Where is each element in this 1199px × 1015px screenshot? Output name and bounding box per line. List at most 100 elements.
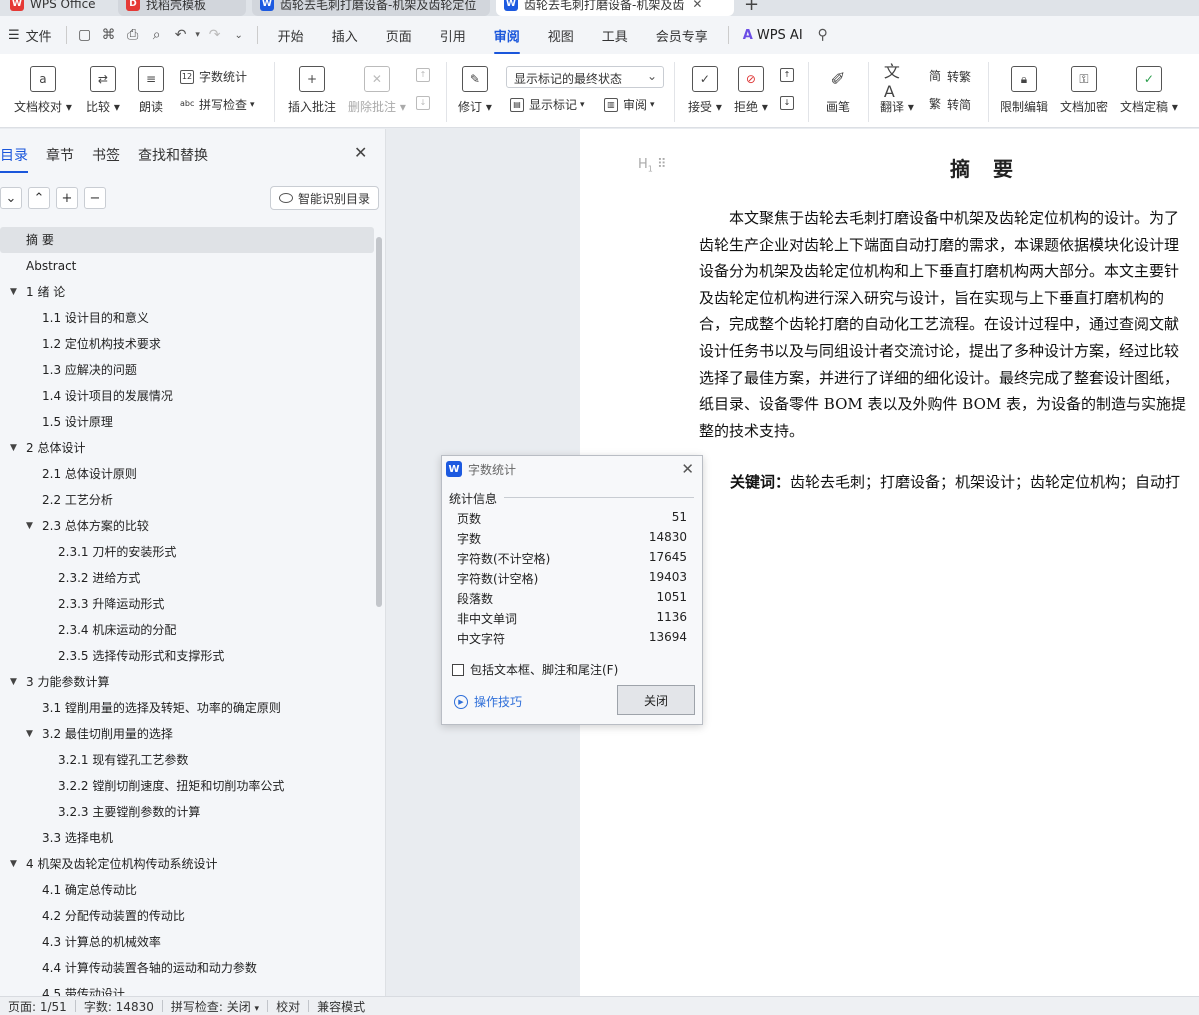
- scrollbar[interactable]: [376, 237, 382, 607]
- toc-item[interactable]: 3.2.3 主要镗削参数的计算: [0, 799, 374, 825]
- toc-item[interactable]: 4.4 计算传动装置各轴的运动和动力参数: [0, 955, 374, 981]
- proof-indicator[interactable]: 校对: [268, 998, 308, 1015]
- collapse-icon[interactable]: ⌄: [0, 187, 22, 209]
- toc-item[interactable]: 2.3.3 升降运动形式: [0, 591, 374, 617]
- tab-find-replace[interactable]: 查找和替换: [138, 145, 208, 165]
- toc-item[interactable]: ▼ 3.2 最佳切削用量的选择: [0, 721, 374, 747]
- chevron-up-icon[interactable]: ⌃: [28, 187, 50, 209]
- more-icon[interactable]: ⌄: [227, 30, 251, 41]
- to-simplified-button[interactable]: 繁 转简: [928, 96, 971, 113]
- word-count-indicator[interactable]: 字数: 14830: [76, 998, 162, 1015]
- tab-bookmarks[interactable]: 书签: [92, 145, 120, 165]
- read-aloud-button[interactable]: ≡ 朗读: [138, 54, 164, 115]
- to-traditional-button[interactable]: 简 转繁: [928, 68, 971, 85]
- toc-item[interactable]: 1.4 设计项目的发展情况: [0, 383, 374, 409]
- toc-item[interactable]: 摘 要: [0, 227, 374, 253]
- remove-icon[interactable]: −: [84, 187, 106, 209]
- expand-arrow-icon[interactable]: ▼: [26, 513, 33, 539]
- menu-member[interactable]: 会员专享: [642, 26, 722, 45]
- finalize-button[interactable]: ✓ 文档定稿 ▾: [1120, 54, 1178, 115]
- close-icon[interactable]: ✕: [681, 460, 694, 478]
- next-comment-button[interactable]: ↓: [416, 96, 435, 110]
- menu-review[interactable]: 审阅: [480, 26, 534, 54]
- tab-toc[interactable]: 目录: [0, 145, 28, 173]
- tab-document-2[interactable]: W 齿轮去毛刺打磨设备-机架及齿 ✕: [496, 0, 734, 16]
- toc-item[interactable]: 3.2.2 镗削切削速度、扭矩和切削功率公式: [0, 773, 374, 799]
- tab-wps-office[interactable]: W WPS Office: [2, 0, 114, 16]
- next-change-button[interactable]: ↓: [780, 96, 799, 110]
- toc-item[interactable]: 2.3.4 机床运动的分配: [0, 617, 374, 643]
- toc-item[interactable]: ▼ 2.3 总体方案的比较: [0, 513, 374, 539]
- toc-item[interactable]: 1.3 应解决的问题: [0, 357, 374, 383]
- toc-item[interactable]: 1.1 设计目的和意义: [0, 305, 374, 331]
- toc-item[interactable]: 3.2.1 现有镗孔工艺参数: [0, 747, 374, 773]
- tips-link[interactable]: ▶ 操作技巧: [454, 693, 522, 710]
- pen-button[interactable]: ✐ 画笔: [825, 54, 851, 115]
- menu-references[interactable]: 引用: [426, 26, 480, 45]
- accept-button[interactable]: ✓ 接受 ▾: [688, 54, 722, 115]
- toc-item[interactable]: 4.5 带传动设计: [0, 981, 374, 996]
- toc-item[interactable]: ▼ 3 力能参数计算: [0, 669, 374, 695]
- tab-chapters[interactable]: 章节: [46, 145, 74, 165]
- insert-comment-button[interactable]: + 插入批注: [288, 54, 336, 115]
- toc-item[interactable]: 4.1 确定总传动比: [0, 877, 374, 903]
- restrict-edit-button[interactable]: 🔒︎ 限制编辑: [1000, 54, 1048, 115]
- toc-item[interactable]: 4.3 计算总的机械效率: [0, 929, 374, 955]
- encrypt-button[interactable]: ⚿ 文档加密: [1060, 54, 1108, 115]
- prev-change-button[interactable]: ↑: [780, 68, 799, 82]
- spell-check-button[interactable]: abc 拼写检查 ▾: [180, 96, 255, 113]
- print-preview-icon[interactable]: ⌕: [145, 27, 169, 43]
- word-count-button[interactable]: 12 字数统计: [180, 68, 247, 85]
- spell-check-indicator[interactable]: 拼写检查: 关闭 ▾: [163, 998, 267, 1015]
- close-icon[interactable]: ✕: [354, 143, 367, 162]
- translate-button[interactable]: 文A 翻译 ▾: [880, 54, 914, 115]
- add-icon[interactable]: +: [56, 187, 78, 209]
- toc-item[interactable]: ▼ 1 绪 论: [0, 279, 374, 305]
- revise-button[interactable]: ✎ 修订 ▾: [458, 54, 492, 115]
- toc-item[interactable]: 2.1 总体设计原则: [0, 461, 374, 487]
- toc-item[interactable]: 2.3.1 刀杆的安装形式: [0, 539, 374, 565]
- menu-tools[interactable]: 工具: [588, 26, 642, 45]
- toc-item[interactable]: 2.3.5 选择传动形式和支撑形式: [0, 643, 374, 669]
- show-markup-button[interactable]: ▤ 显示标记 ▾: [510, 96, 585, 113]
- toc-item[interactable]: 1.2 定位机构技术要求: [0, 331, 374, 357]
- heading-drag-handle[interactable]: H1 ⠿: [638, 157, 667, 174]
- delete-comment-button[interactable]: ✕ 删除批注 ▾: [348, 54, 406, 115]
- menu-home[interactable]: 开始: [264, 26, 318, 45]
- wps-ai-button[interactable]: A WPS AI: [735, 28, 811, 43]
- reject-button[interactable]: ⊘ 拒绝 ▾: [734, 54, 768, 115]
- menu-view[interactable]: 视图: [534, 26, 588, 45]
- tab-docer[interactable]: D 找稻壳模板: [118, 0, 246, 16]
- close-button[interactable]: 关闭: [617, 685, 695, 715]
- expand-arrow-icon[interactable]: ▼: [10, 279, 17, 305]
- toc-item[interactable]: 4.2 分配传动装置的传动比: [0, 903, 374, 929]
- expand-arrow-icon[interactable]: ▼: [10, 669, 17, 695]
- toc-item[interactable]: ▼ 2 总体设计: [0, 435, 374, 461]
- review-pane-button[interactable]: ▥ 审阅 ▾: [604, 96, 655, 113]
- search-icon[interactable]: ⚲: [811, 27, 835, 43]
- close-icon[interactable]: ✕: [692, 0, 702, 11]
- markup-state-select[interactable]: 显示标记的最终状态 ⌄: [506, 66, 664, 88]
- toc-item[interactable]: Abstract: [0, 253, 374, 279]
- undo-dropdown-icon[interactable]: ▾: [193, 30, 203, 40]
- file-menu[interactable]: ☰ 文件: [0, 26, 60, 45]
- new-tab-icon[interactable]: +: [744, 0, 759, 15]
- redo-icon[interactable]: ↷: [203, 27, 227, 43]
- expand-arrow-icon[interactable]: ▼: [10, 851, 17, 877]
- include-textbox-checkbox[interactable]: 包括文本框、脚注和尾注(F): [452, 661, 618, 678]
- expand-arrow-icon[interactable]: ▼: [26, 721, 33, 747]
- print-icon[interactable]: ⎙: [121, 27, 145, 43]
- toc-item[interactable]: 3.3 选择电机: [0, 825, 374, 851]
- toc-item[interactable]: 2.3.2 进给方式: [0, 565, 374, 591]
- menu-page[interactable]: 页面: [372, 26, 426, 45]
- toc-item[interactable]: 3.1 镗削用量的选择及转矩、功率的确定原则: [0, 695, 374, 721]
- smart-toc-button[interactable]: 智能识别目录: [270, 186, 380, 210]
- toc-item[interactable]: ▼ 4 机架及齿轮定位机构传动系统设计: [0, 851, 374, 877]
- prev-comment-button[interactable]: ↑: [416, 68, 435, 82]
- toc-item[interactable]: 2.2 工艺分析: [0, 487, 374, 513]
- save-icon[interactable]: ▢: [73, 27, 97, 43]
- proofread-button[interactable]: a 文档校对 ▾: [14, 54, 72, 115]
- toc-item[interactable]: 1.5 设计原理: [0, 409, 374, 435]
- page-indicator[interactable]: 页面: 1/51: [0, 998, 75, 1015]
- tab-document-1[interactable]: W 齿轮去毛刺打磨设备-机架及齿轮定位: [252, 0, 490, 16]
